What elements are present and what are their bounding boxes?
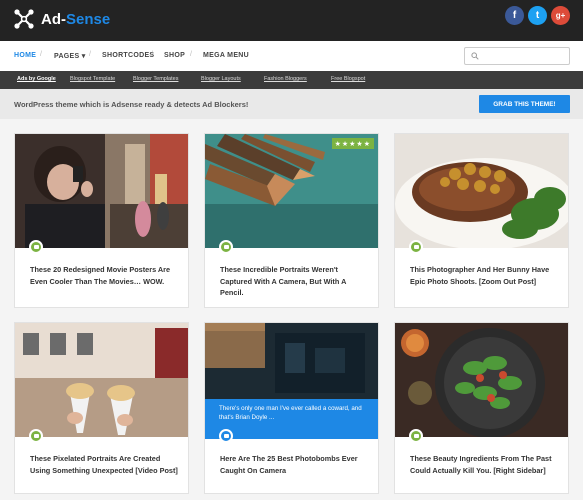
link-format-icon — [409, 240, 423, 254]
post-thumbnail[interactable] — [15, 323, 188, 437]
post-thumbnail[interactable] — [205, 134, 378, 248]
ad-link[interactable]: Blogger Layouts — [201, 76, 241, 82]
ad-link[interactable]: Blogspot Template — [70, 76, 115, 82]
facebook-icon[interactable]: f — [505, 6, 524, 25]
twitter-icon[interactable]: t — [528, 6, 547, 25]
post-card[interactable]: These Pixelated Portraits Are Created Us… — [14, 322, 189, 494]
image-format-icon — [409, 429, 423, 443]
ad-link[interactable]: Fashion Bloggers — [264, 76, 307, 82]
nav-pages[interactable]: PAGES ▾ — [54, 52, 86, 60]
logo-text-part1: Ad- — [41, 10, 66, 28]
image-format-icon — [29, 240, 43, 254]
nav-shop[interactable]: SHOP — [164, 52, 185, 59]
site-logo[interactable]: Ad-Sense — [13, 8, 110, 30]
ad-links-bar: Ads by Google Blogspot Template Blogger … — [0, 71, 583, 89]
post-thumbnail[interactable] — [15, 134, 188, 248]
chevron-down-icon: ▾ — [81, 53, 86, 60]
post-card[interactable]: This Photographer And Her Bunny Have Epi… — [394, 133, 569, 308]
quote-format-icon — [219, 429, 233, 443]
post-title[interactable]: These Beauty Ingredients From The Past C… — [410, 453, 560, 476]
post-thumbnail[interactable] — [395, 134, 568, 248]
ad-link[interactable]: Blogger Templates — [133, 76, 178, 82]
nav-separator: / — [190, 51, 192, 58]
nav-separator: / — [40, 51, 42, 58]
search-icon — [471, 52, 479, 60]
googleplus-icon[interactable]: g+ — [551, 6, 570, 25]
grab-theme-button[interactable]: GRAB THIS THEME! — [479, 95, 570, 113]
ad-link[interactable]: Free Blogspot — [331, 76, 365, 82]
top-header: Ad-Sense f t g+ — [0, 0, 583, 41]
logo-icon — [14, 9, 34, 29]
post-title[interactable]: This Photographer And Her Bunny Have Epi… — [410, 264, 560, 287]
nav-shortcodes[interactable]: SHORTCODES — [102, 52, 154, 59]
post-title[interactable]: Here Are The 25 Best Photobombs Ever Cau… — [220, 453, 370, 476]
nav-separator: / — [89, 51, 91, 58]
ads-by-google-label[interactable]: Ads by Google — [17, 76, 56, 82]
search-box[interactable] — [464, 47, 570, 65]
post-title[interactable]: These 20 Redesigned Movie Posters Are Ev… — [30, 264, 180, 287]
post-card[interactable]: These 20 Redesigned Movie Posters Are Ev… — [14, 133, 189, 308]
search-input[interactable] — [481, 50, 567, 62]
rating-stars: ★★★★★ — [331, 138, 374, 149]
nav-home[interactable]: HOME — [14, 52, 36, 59]
image-format-icon — [219, 240, 233, 254]
post-card[interactable]: ★★★★★ These Incredible Portraits Weren't… — [204, 133, 379, 308]
post-card[interactable]: These Beauty Ingredients From The Past C… — [394, 322, 569, 494]
post-title[interactable]: These Incredible Portraits Weren't Captu… — [220, 264, 370, 299]
post-card[interactable]: There's only one man I've ever called a … — [204, 322, 379, 494]
nav-mega-menu[interactable]: MEGA MENU — [203, 52, 249, 59]
logo-text-part2: Sense — [66, 10, 111, 28]
nav-pages-label: PAGES — [54, 53, 80, 60]
promo-text: WordPress theme which is Adsense ready &… — [14, 100, 249, 109]
post-thumbnail[interactable] — [395, 323, 568, 437]
image-format-icon — [29, 429, 43, 443]
post-title[interactable]: These Pixelated Portraits Are Created Us… — [30, 453, 180, 476]
logo-text: Ad-Sense — [41, 11, 110, 28]
nav-separator: / — [151, 51, 153, 58]
